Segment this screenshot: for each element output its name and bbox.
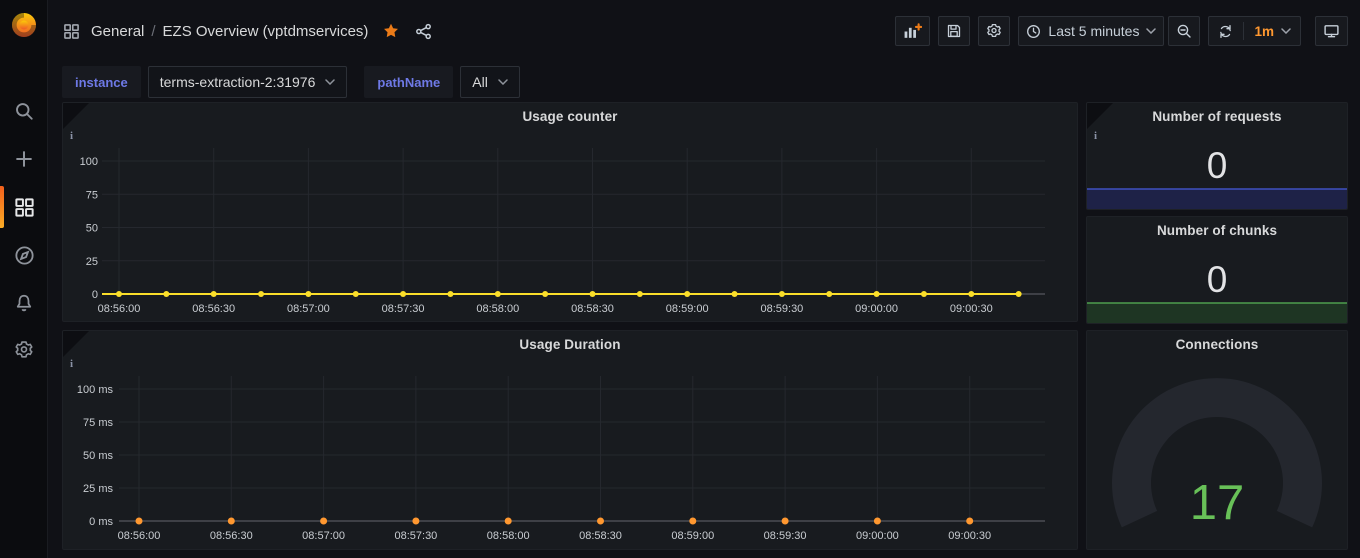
svg-text:08:59:30: 08:59:30 bbox=[764, 530, 807, 542]
svg-text:50: 50 bbox=[86, 223, 98, 235]
svg-text:09:00:30: 09:00:30 bbox=[950, 303, 993, 315]
usage-counter-chart: 08:56:00 08:56:30 08:57:00 08:57:30 08:58:00… bbox=[63, 103, 1077, 321]
svg-text:100 ms: 100 ms bbox=[77, 384, 114, 396]
svg-text:25 ms: 25 ms bbox=[83, 483, 113, 495]
dashboard-toolbar: Last 5 minutes 1m bbox=[895, 16, 1348, 46]
svg-text:08:56:30: 08:56:30 bbox=[210, 530, 253, 542]
panel-usage-duration: 08:56:00 08:56:30 08:57:00 08:57:30 08:58:00… bbox=[62, 330, 1078, 550]
dashboard-grid-icon bbox=[63, 23, 80, 40]
svg-text:08:58:30: 08:58:30 bbox=[579, 530, 622, 542]
panel-number-of-requests: i Number of requests 0 bbox=[1086, 102, 1348, 210]
svg-text:08:59:00: 08:59:00 bbox=[671, 530, 714, 542]
svg-text:08:57:00: 08:57:00 bbox=[287, 303, 330, 315]
panel-title[interactable]: Usage counter bbox=[63, 103, 1077, 131]
alerting-bell-icon[interactable] bbox=[12, 291, 36, 315]
svg-text:75: 75 bbox=[86, 189, 98, 201]
svg-text:08:56:30: 08:56:30 bbox=[192, 303, 235, 315]
zoom-out-time-button[interactable] bbox=[1168, 16, 1200, 46]
grafana-logo[interactable] bbox=[8, 8, 40, 40]
variable-dropdown-pathname[interactable]: All bbox=[460, 66, 520, 98]
time-range-picker[interactable]: Last 5 minutes bbox=[1018, 16, 1164, 46]
chevron-down-icon bbox=[1146, 28, 1156, 34]
svg-text:08:57:30: 08:57:30 bbox=[382, 303, 425, 315]
panel-usage-counter: 08:56:00 08:56:30 08:57:00 08:57:30 08:58:00… bbox=[62, 102, 1078, 322]
clock-icon bbox=[1026, 24, 1041, 39]
page-title[interactable]: EZS Overview (vptdmservices) bbox=[163, 23, 369, 40]
breadcrumb-folder[interactable]: General bbox=[91, 23, 144, 40]
panel-title[interactable]: Number of chunks bbox=[1087, 217, 1347, 245]
dashboard-settings-button[interactable] bbox=[978, 16, 1010, 46]
chevron-down-icon bbox=[325, 79, 335, 85]
search-icon[interactable] bbox=[12, 99, 36, 123]
svg-text:08:59:30: 08:59:30 bbox=[760, 303, 803, 315]
refresh-interval-value[interactable]: 1m bbox=[1254, 24, 1274, 39]
dashboards-grid-icon[interactable] bbox=[12, 195, 36, 219]
refresh-group: 1m bbox=[1208, 16, 1301, 46]
usage-duration-chart: 08:56:00 08:56:30 08:57:00 08:57:30 08:58:00… bbox=[63, 331, 1077, 549]
svg-text:25: 25 bbox=[86, 256, 98, 268]
variable-value-instance: terms-extraction-2:31976 bbox=[160, 74, 316, 90]
time-range-label: Last 5 minutes bbox=[1048, 23, 1139, 39]
stat-value: 0 bbox=[1087, 259, 1347, 301]
add-panel-button[interactable] bbox=[895, 16, 930, 46]
svg-text:09:00:00: 09:00:00 bbox=[856, 530, 899, 542]
svg-text:08:58:30: 08:58:30 bbox=[571, 303, 614, 315]
breadcrumb-separator: / bbox=[151, 23, 155, 40]
svg-text:75 ms: 75 ms bbox=[83, 417, 113, 429]
svg-text:50 ms: 50 ms bbox=[83, 450, 113, 462]
explore-compass-icon[interactable] bbox=[12, 243, 36, 267]
variable-dropdown-instance[interactable]: terms-extraction-2:31976 bbox=[148, 66, 348, 98]
monitor-icon bbox=[1323, 23, 1340, 39]
panel-number-of-chunks: Number of chunks 0 bbox=[1086, 216, 1348, 324]
variable-label-pathname: pathName bbox=[364, 66, 453, 98]
panel-connections: Connections 17 bbox=[1086, 330, 1348, 550]
svg-text:08:58:00: 08:58:00 bbox=[487, 530, 530, 542]
info-icon: i bbox=[1094, 130, 1097, 142]
kiosk-mode-button[interactable] bbox=[1315, 16, 1348, 46]
gauge-value: 17 bbox=[1087, 475, 1347, 531]
variable-label-instance: instance bbox=[62, 66, 141, 98]
stat-value: 0 bbox=[1087, 145, 1347, 187]
svg-text:0 ms: 0 ms bbox=[89, 516, 113, 528]
create-plus-icon[interactable] bbox=[12, 147, 36, 171]
svg-text:08:56:00: 08:56:00 bbox=[98, 303, 141, 315]
svg-text:08:57:30: 08:57:30 bbox=[394, 530, 437, 542]
svg-text:100: 100 bbox=[80, 156, 98, 168]
chevron-down-icon bbox=[498, 79, 508, 85]
info-icon: i bbox=[70, 358, 73, 370]
template-variables-row: instance terms-extraction-2:31976 pathNa… bbox=[48, 62, 530, 102]
svg-text:09:00:30: 09:00:30 bbox=[948, 530, 991, 542]
svg-text:08:57:00: 08:57:00 bbox=[302, 530, 345, 542]
refresh-icon[interactable] bbox=[1218, 24, 1233, 39]
sidebar bbox=[0, 0, 48, 558]
svg-text:0: 0 bbox=[92, 289, 98, 301]
panel-title[interactable]: Number of requests bbox=[1087, 103, 1347, 131]
panel-title[interactable]: Usage Duration bbox=[63, 331, 1077, 359]
configuration-gear-icon[interactable] bbox=[12, 338, 36, 362]
active-section-indicator bbox=[0, 186, 4, 228]
svg-text:09:00:00: 09:00:00 bbox=[855, 303, 898, 315]
panel-title[interactable]: Connections bbox=[1087, 331, 1347, 359]
share-icon[interactable] bbox=[415, 23, 432, 40]
favorite-star-icon[interactable] bbox=[382, 22, 400, 40]
top-nav: General / EZS Overview (vptdmservices) bbox=[48, 0, 1360, 62]
info-icon: i bbox=[70, 130, 73, 142]
breadcrumb: General / EZS Overview (vptdmservices) bbox=[63, 22, 432, 40]
divider bbox=[1243, 22, 1244, 40]
svg-text:08:59:00: 08:59:00 bbox=[666, 303, 709, 315]
chevron-down-icon bbox=[1281, 28, 1291, 34]
save-dashboard-button[interactable] bbox=[938, 16, 970, 46]
variable-value-pathname: All bbox=[472, 74, 488, 90]
svg-text:08:58:00: 08:58:00 bbox=[476, 303, 519, 315]
svg-text:08:56:00: 08:56:00 bbox=[118, 530, 161, 542]
